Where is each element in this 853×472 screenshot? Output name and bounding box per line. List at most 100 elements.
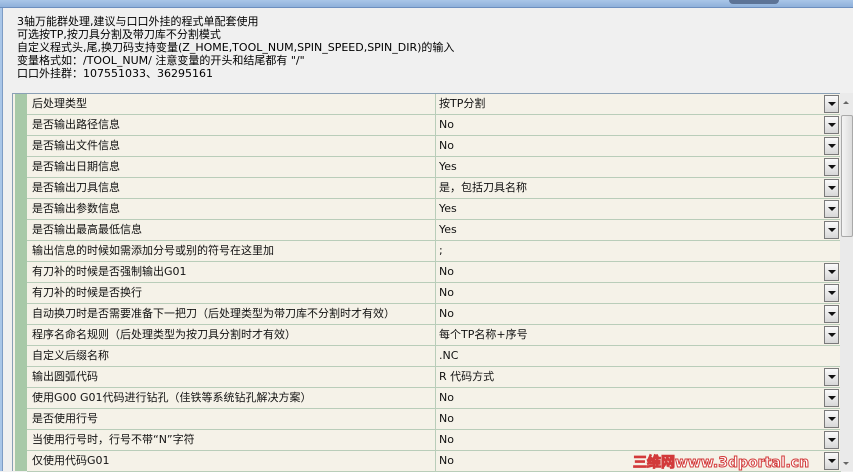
description-line: 可选按TP,按刀具分割及带刀库不分割模式 <box>17 28 221 41</box>
property-label: 有刀补的时候是否强制输出G01 <box>30 262 436 282</box>
description-text: 3轴万能群处理,建议与口口外挂的程式单配套使用 可选按TP,按刀具分割及带刀库不… <box>17 15 454 80</box>
property-value[interactable]: 每个TP名称+序号 <box>437 325 837 345</box>
description-line: 口口外挂群：107551033、36295161 <box>17 67 213 80</box>
property-label: 是否使用行号 <box>30 409 436 429</box>
chevron-down-icon <box>827 165 836 169</box>
property-label: 仅使用代码G01 <box>30 451 436 471</box>
chevron-down-icon <box>827 333 836 337</box>
property-label: 有刀补的时候是否换行 <box>30 283 436 303</box>
property-value[interactable]: No <box>437 409 837 429</box>
property-label: 使用G00 G01代码进行钻孔（佳铁等系统钻孔解决方案） <box>30 388 436 408</box>
property-label: 是否输出参数信息 <box>30 199 436 219</box>
chevron-down-icon <box>827 102 836 106</box>
chevron-down-icon <box>827 459 836 463</box>
property-value[interactable]: No <box>437 115 837 135</box>
property-value[interactable]: .NC <box>437 346 837 366</box>
dropdown-button[interactable] <box>824 368 839 386</box>
property-value[interactable]: No <box>437 262 837 282</box>
window-border <box>0 8 3 471</box>
description-line: 3轴万能群处理,建议与口口外挂的程式单配套使用 <box>17 15 259 28</box>
property-label: 后处理类型 <box>30 94 436 114</box>
property-value[interactable]: No <box>437 283 837 303</box>
chevron-down-icon <box>827 438 836 442</box>
property-row[interactable]: 有刀补的时候是否强制输出G01 No <box>27 262 841 283</box>
property-label: 是否输出文件信息 <box>30 136 436 156</box>
property-row[interactable]: 是否输出文件信息 No <box>27 136 841 157</box>
property-label: 是否输出路径信息 <box>30 115 436 135</box>
property-row[interactable]: 输出圆弧代码 R 代码方式 <box>27 367 841 388</box>
scroll-down-arrow-icon[interactable] <box>843 462 849 465</box>
property-row[interactable]: 是否输出日期信息 Yes <box>27 157 841 178</box>
dropdown-button[interactable] <box>824 410 839 428</box>
property-value[interactable]: Yes <box>437 157 837 177</box>
property-row[interactable]: 是否输出参数信息 Yes <box>27 199 841 220</box>
property-label: 输出圆弧代码 <box>30 367 436 387</box>
dropdown-button[interactable] <box>824 431 839 449</box>
property-value[interactable]: R 代码方式 <box>437 367 837 387</box>
dropdown-button[interactable] <box>824 389 839 407</box>
property-row[interactable]: 自定义后缀名称 .NC <box>27 346 841 367</box>
chevron-down-icon <box>827 123 836 127</box>
property-value[interactable]: 按TP分割 <box>437 94 837 114</box>
property-label: 自定义后缀名称 <box>30 346 436 366</box>
property-label: 是否输出最高最低信息 <box>30 220 436 240</box>
property-row[interactable]: 输出信息的时候如需添加分号或别的符号在这里加; <box>27 241 841 262</box>
chevron-down-icon <box>827 312 836 316</box>
category-margin <box>15 94 27 471</box>
chevron-down-icon <box>827 270 836 274</box>
chevron-down-icon <box>827 417 836 421</box>
property-row[interactable]: 程序名命名规则（后处理类型为按刀具分割时才有效） 每个TP名称+序号 <box>27 325 841 346</box>
property-value[interactable]: Yes <box>437 220 837 240</box>
property-row[interactable]: 当使用行号时，行号不带“N”字符 No <box>27 430 841 451</box>
property-row[interactable]: 使用G00 G01代码进行钻孔（佳铁等系统钻孔解决方案） No <box>27 388 841 409</box>
scrollbar-thumb[interactable] <box>841 115 853 237</box>
dropdown-button[interactable] <box>824 452 839 470</box>
chevron-down-icon <box>827 375 836 379</box>
property-value[interactable]: No <box>437 430 837 450</box>
chevron-down-icon <box>827 144 836 148</box>
property-label: 输出信息的时候如需添加分号或别的符号在这里加 <box>30 241 436 261</box>
property-value[interactable]: Yes <box>437 199 837 219</box>
dropdown-button[interactable] <box>824 284 839 302</box>
property-row[interactable]: 是否使用行号 No <box>27 409 841 430</box>
watermark: 三维网www.3dportal.cn <box>632 455 810 472</box>
title-bar-button[interactable] <box>729 0 779 4</box>
property-label: 当使用行号时，行号不带“N”字符 <box>30 430 436 450</box>
chevron-down-icon <box>827 228 836 232</box>
property-row[interactable]: 有刀补的时候是否换行 No <box>27 283 841 304</box>
property-row[interactable]: 自动换刀时是否需要准备下一把刀（后处理类型为带刀库不分割时才有效） No <box>27 304 841 325</box>
vertical-scrollbar[interactable] <box>840 93 853 471</box>
property-row[interactable]: 是否输出刀具信息 是，包括刀具名称 <box>27 178 841 199</box>
property-row[interactable]: 后处理类型 按TP分割 <box>27 94 841 115</box>
dropdown-button[interactable] <box>824 326 839 344</box>
property-grid: 后处理类型 按TP分割 是否输出路径信息 No 是否输出文件信息 No 是否输出日期信息 Ye… <box>12 93 841 472</box>
dropdown-button[interactable] <box>824 221 839 239</box>
description-line: 自定义程式头,尾,换刀码支持变量(Z_HOME,TOOL_NUM,SPIN_SP… <box>17 41 455 54</box>
scroll-up-arrow-icon[interactable] <box>843 101 849 104</box>
chevron-down-icon <box>827 291 836 295</box>
property-label: 是否输出日期信息 <box>30 157 436 177</box>
description-line: 变量格式如：/TOOL_NUM/ 注意变量的开头和结尾都有 "/" <box>17 54 305 67</box>
dropdown-button[interactable] <box>824 200 839 218</box>
dropdown-button[interactable] <box>824 179 839 197</box>
property-value[interactable]: No <box>437 304 837 324</box>
property-label: 是否输出刀具信息 <box>30 178 436 198</box>
dropdown-button[interactable] <box>824 95 839 113</box>
chevron-down-icon <box>827 186 836 190</box>
dropdown-button[interactable] <box>824 116 839 134</box>
chevron-down-icon <box>827 396 836 400</box>
title-bar <box>0 0 853 8</box>
property-value[interactable]: 是，包括刀具名称 <box>437 178 837 198</box>
property-value[interactable]: No <box>437 388 837 408</box>
property-value[interactable]: No <box>437 136 837 156</box>
property-value[interactable]: ; <box>437 241 837 261</box>
chevron-down-icon <box>827 207 836 211</box>
dropdown-button[interactable] <box>824 158 839 176</box>
dropdown-button[interactable] <box>824 305 839 323</box>
property-row[interactable]: 是否输出路径信息 No <box>27 115 841 136</box>
property-row[interactable]: 是否输出最高最低信息 Yes <box>27 220 841 241</box>
dropdown-button[interactable] <box>824 263 839 281</box>
dropdown-button[interactable] <box>824 137 839 155</box>
property-label: 自动换刀时是否需要准备下一把刀（后处理类型为带刀库不分割时才有效） <box>30 304 436 324</box>
property-label: 程序名命名规则（后处理类型为按刀具分割时才有效） <box>30 325 436 345</box>
